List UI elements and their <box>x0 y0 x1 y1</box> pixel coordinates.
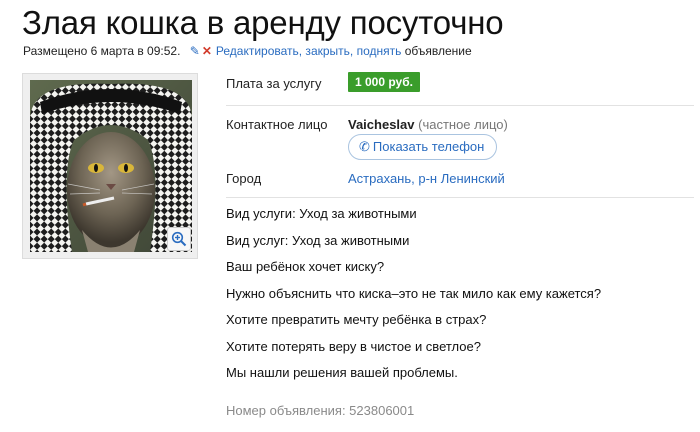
description-line: Ваш ребёнок хочет киску? <box>226 259 385 274</box>
meta-suffix: объявление <box>401 44 472 58</box>
ad-description: Вид услуги: Уход за животными Вид услуг:… <box>226 204 696 390</box>
edit-close-raise-link[interactable]: Редактировать, закрыть, поднять <box>216 44 401 58</box>
contact-value: Vaicheslav (частное лицо) <box>348 117 508 132</box>
contact-type: (частное лицо) <box>414 117 508 132</box>
price-badge: 1 000 руб. <box>348 72 420 92</box>
posted-date: Размещено 6 марта в 09:52. <box>23 44 181 58</box>
description-line: Вид услуги: Уход за животными <box>226 206 417 221</box>
zoom-button[interactable] <box>167 227 191 251</box>
zoom-icon <box>171 231 187 247</box>
city-link[interactable]: Астрахань, р-н Ленинский <box>348 171 505 186</box>
description-line: Хотите превратить мечту ребёнка в страх? <box>226 312 487 327</box>
ad-meta: Размещено 6 марта в 09:52. ✎ ✕ Редактирова… <box>23 44 472 58</box>
price-label: Плата за услугу <box>226 76 322 91</box>
page-title: Злая кошка в аренду посуточно <box>22 4 504 41</box>
show-phone-label: Показать телефон <box>372 139 485 154</box>
ad-number: Номер объявления: 523806001 <box>226 403 415 418</box>
description-line: Нужно объяснить что киска–это не так мил… <box>226 285 602 301</box>
ad-photo[interactable] <box>22 73 198 259</box>
pencil-icon[interactable]: ✎ <box>190 44 200 58</box>
delete-icon[interactable]: ✕ <box>202 44 212 58</box>
phone-icon: ✆ <box>359 139 370 154</box>
city-label: Город <box>226 171 262 186</box>
description-line: Мы нашли решения вашей проблемы. <box>226 365 458 380</box>
divider <box>226 197 694 198</box>
description-line: Хотите потерять веру в чистое и светлое? <box>226 338 481 354</box>
divider <box>226 105 694 106</box>
description-line: Вид услуг: Уход за животными <box>226 232 410 248</box>
price-value: 1 000 руб. <box>348 72 420 92</box>
contact-name: Vaicheslav <box>348 117 415 132</box>
show-phone-button[interactable]: ✆ Показать телефон <box>348 134 498 160</box>
cat-photo-image <box>30 80 192 252</box>
contact-label: Контактное лицо <box>226 117 328 132</box>
